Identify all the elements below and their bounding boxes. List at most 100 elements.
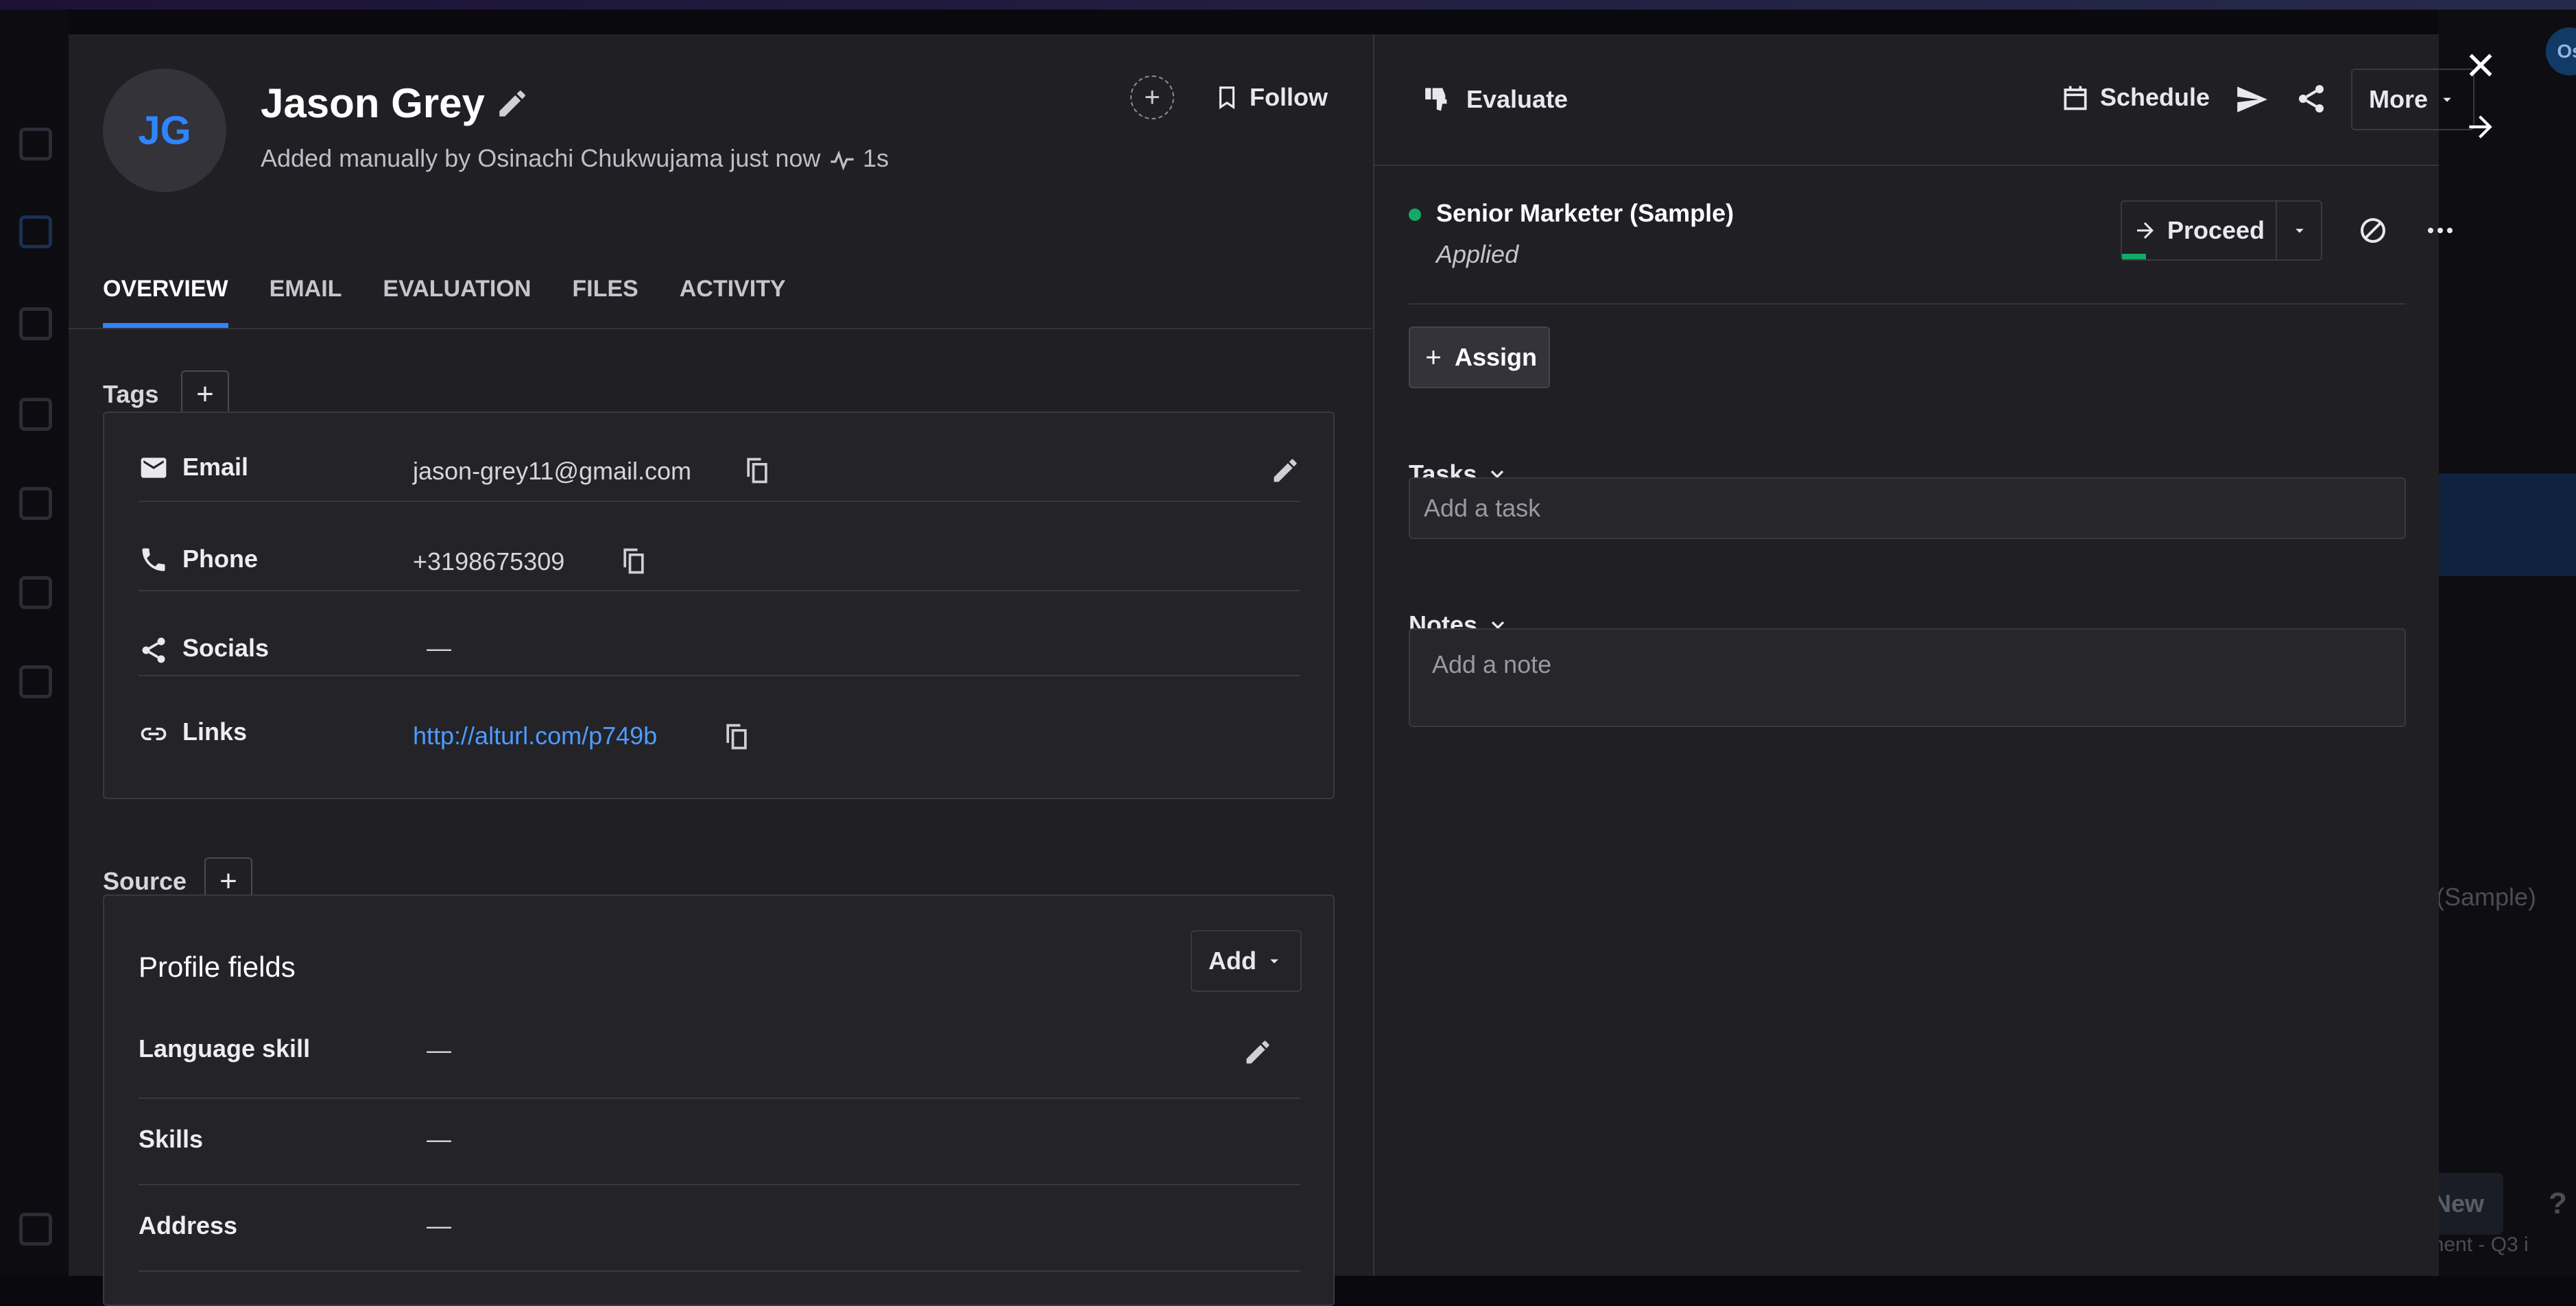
- socials-row: Socials —: [139, 593, 1300, 676]
- phone-icon: [139, 545, 169, 575]
- tab-activity[interactable]: ACTIVITY: [680, 240, 786, 329]
- email-value: jason-grey11@gmail.com: [413, 457, 692, 485]
- add-watcher-button[interactable]: +: [1130, 75, 1174, 119]
- field-value: —: [427, 1211, 451, 1239]
- people-icon: [19, 215, 52, 248]
- phone-label: Phone: [182, 545, 259, 573]
- pipeline-stage: Applied: [1436, 240, 1519, 268]
- tabs-divider: [69, 328, 1372, 329]
- background-sidebar: [0, 10, 69, 1276]
- share-icon: [139, 635, 169, 665]
- field-label: Skills: [139, 1125, 204, 1153]
- tab-overview[interactable]: OVERVIEW: [103, 240, 228, 329]
- activity-pulse-icon: [828, 147, 856, 174]
- phone-value: +3198675309: [413, 547, 565, 575]
- proceed-label: Proceed: [2167, 216, 2265, 244]
- background-list: [2437, 10, 2576, 1276]
- candidate-name: Jason Grey: [261, 80, 485, 126]
- copy-link-icon[interactable]: [721, 722, 752, 752]
- edit-field-icon[interactable]: [1243, 1037, 1273, 1067]
- field-label: Language skill: [139, 1034, 311, 1062]
- schedule-button[interactable]: Schedule: [2060, 82, 2210, 112]
- links-row: Links http://alturl.com/p749b: [139, 676, 1300, 793]
- caret-down-icon: [2295, 228, 2304, 233]
- app-top-strip: [0, 0, 2576, 10]
- profile-tabs: OVERVIEW EMAIL EVALUATION FILES ACTIVITY: [103, 240, 786, 329]
- status-indicator: [1409, 209, 1421, 221]
- background-selected-row: [2437, 473, 2576, 576]
- copy-email-icon[interactable]: [742, 455, 772, 486]
- plus-icon: [1427, 351, 1440, 364]
- contact-card: Email jason-grey11@gmail.com Phone +3198…: [103, 412, 1335, 799]
- bookmark-icon: [1219, 86, 1235, 110]
- calendar-icon: [2064, 86, 2087, 110]
- job-title[interactable]: Senior Marketer (Sample): [1436, 199, 1734, 228]
- folder-icon: [19, 576, 52, 609]
- assign-label: Assign: [1454, 343, 1538, 371]
- field-value: —: [427, 1036, 451, 1064]
- more-button[interactable]: More: [2351, 69, 2474, 130]
- follow-label: Follow: [1250, 83, 1328, 111]
- activity-time: 1s: [863, 144, 890, 172]
- candidate-avatar: JG: [103, 69, 226, 192]
- row-divider: [139, 1270, 1300, 1272]
- link-icon: [139, 719, 169, 749]
- next-candidate-icon[interactable]: [2464, 110, 2498, 144]
- home-icon: [19, 128, 52, 161]
- row-divider: [139, 590, 1300, 591]
- feed-icon: [19, 665, 52, 698]
- assign-button[interactable]: Assign: [1409, 326, 1550, 388]
- toolbar-divider: [1374, 165, 2439, 166]
- proceed-dropdown[interactable]: [2277, 202, 2322, 259]
- candidate-profile-pane: JG Jason Grey Added manually by Osinachi…: [69, 34, 1372, 1306]
- profile-field-row: Language skill —: [139, 1012, 1300, 1099]
- added-by-text: Added manually by Osinachi Chukwujama ju…: [261, 144, 821, 172]
- mail-icon: [19, 398, 52, 431]
- profile-fields-card: Profile fields Add Language skill — Skil…: [103, 894, 1335, 1306]
- phone-row: Phone +3198675309: [139, 502, 1300, 591]
- proceed-split-button: Proceed: [2121, 200, 2322, 261]
- briefcase-icon: [19, 307, 52, 340]
- socials-label: Socials: [182, 634, 270, 662]
- close-icon[interactable]: [2464, 48, 2498, 82]
- links-value[interactable]: http://alturl.com/p749b: [413, 722, 657, 750]
- tab-files[interactable]: FILES: [572, 240, 638, 329]
- arrow-right-icon: [2136, 222, 2154, 239]
- job-divider: [1409, 303, 2406, 305]
- caret-down-icon: [2443, 97, 2451, 102]
- edit-contact-icon[interactable]: [1270, 455, 1300, 486]
- mail-icon: [139, 453, 169, 483]
- stage-progress-bar: [2122, 254, 2146, 259]
- evaluate-button[interactable]: Evaluate: [1422, 82, 1568, 117]
- proceed-button[interactable]: Proceed: [2122, 202, 2277, 259]
- evaluate-label: Evaluate: [1466, 85, 1569, 113]
- candidate-modal: JG Jason Grey Added manually by Osinachi…: [69, 34, 2474, 1306]
- pipeline-pane: Evaluate Schedule More Senior Marketer (…: [1373, 34, 2474, 1276]
- share-icon[interactable]: [2295, 82, 2328, 115]
- follow-button[interactable]: Follow: [1214, 75, 1328, 119]
- caret-down-icon: [1270, 959, 1278, 964]
- field-label: Address: [139, 1211, 238, 1239]
- send-icon[interactable]: [2234, 82, 2269, 117]
- tab-email[interactable]: EMAIL: [270, 240, 342, 329]
- source-label: Source: [103, 867, 187, 895]
- tab-evaluation[interactable]: EVALUATION: [383, 240, 531, 329]
- field-value: —: [427, 1125, 451, 1153]
- profile-field-row: Address —: [139, 1185, 1300, 1272]
- help-icon[interactable]: ?: [2549, 1187, 2567, 1221]
- more-label: More: [2368, 85, 2428, 113]
- add-task-input[interactable]: [1409, 477, 2406, 539]
- more-options-icon[interactable]: [2424, 214, 2457, 247]
- disqualify-icon[interactable]: [2357, 214, 2389, 247]
- links-label: Links: [182, 717, 248, 746]
- schedule-label: Schedule: [2100, 83, 2210, 111]
- add-note-input[interactable]: [1409, 628, 2406, 727]
- copy-phone-icon[interactable]: [619, 546, 649, 576]
- settings-icon: [19, 1213, 52, 1246]
- socials-value: —: [427, 634, 451, 662]
- add-label: Add: [1208, 947, 1256, 975]
- profile-fields-title: Profile fields: [139, 951, 296, 983]
- edit-name-icon[interactable]: [495, 86, 529, 121]
- tags-label: Tags: [103, 380, 159, 408]
- add-profile-field-button[interactable]: Add: [1191, 930, 1302, 992]
